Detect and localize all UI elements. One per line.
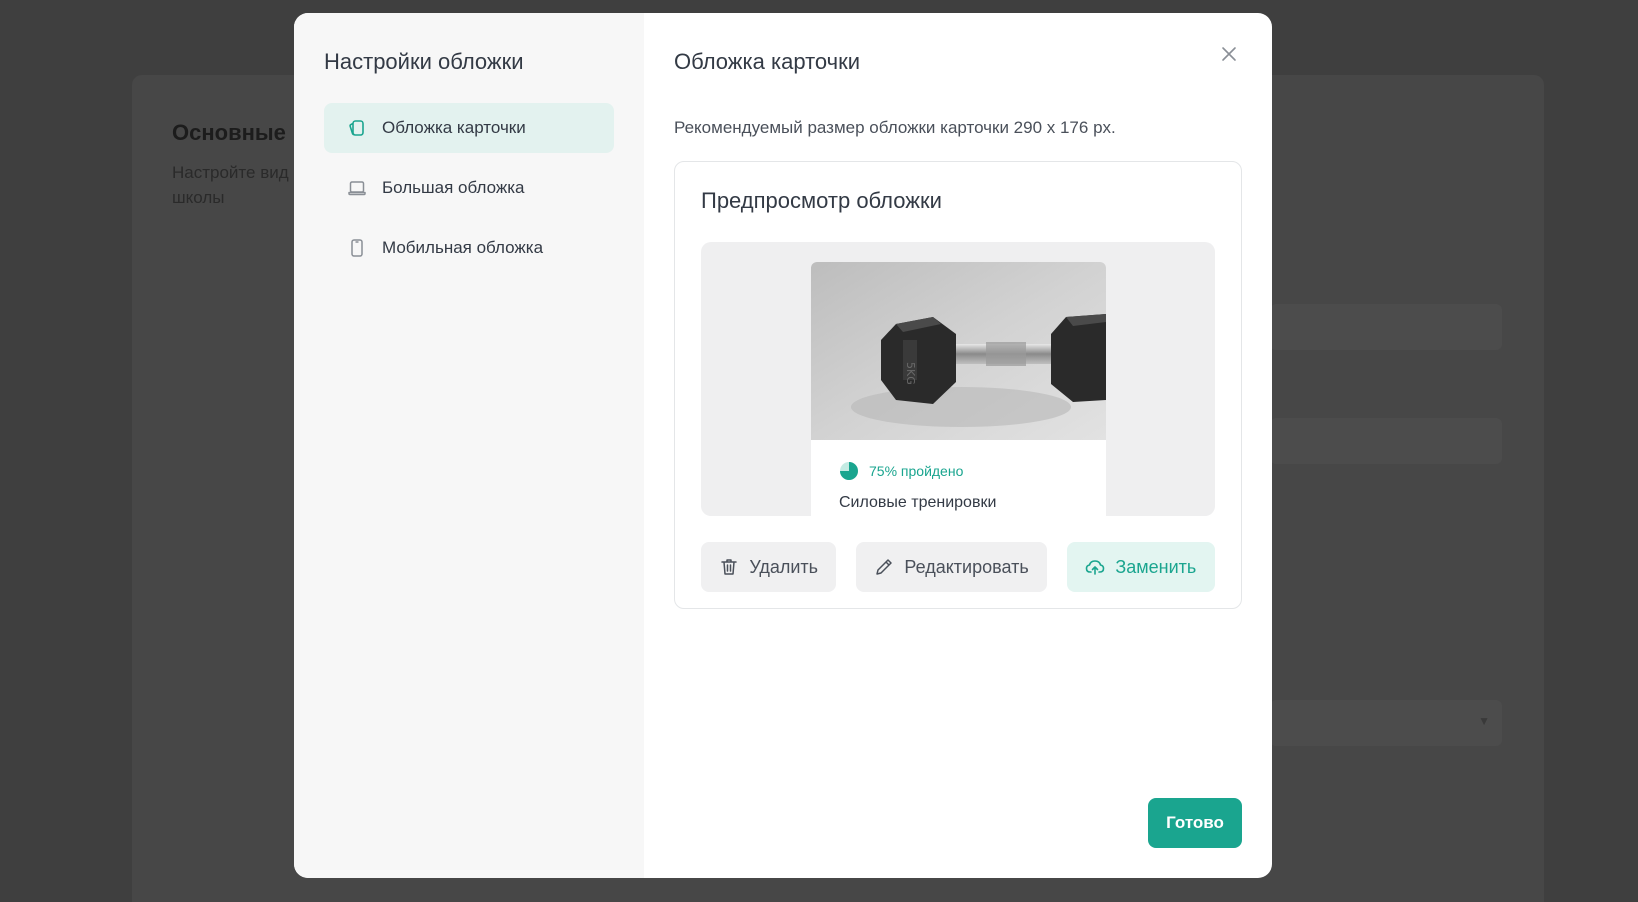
laptop-icon bbox=[346, 177, 368, 199]
close-button[interactable] bbox=[1214, 39, 1244, 69]
cover-actions: Удалить Редактировать Заменить bbox=[701, 542, 1215, 592]
svg-text:5KG: 5KG bbox=[904, 362, 917, 385]
close-icon bbox=[1222, 47, 1236, 61]
sidebar-item-large-cover[interactable]: Большая обложка bbox=[324, 163, 614, 213]
mobile-icon bbox=[346, 237, 368, 259]
sidebar-item-label: Большая обложка bbox=[382, 178, 525, 197]
course-title: Силовые тренировки bbox=[839, 494, 997, 511]
chevron-down-icon: ▼ bbox=[1478, 714, 1490, 728]
cover-image: 5KG bbox=[811, 262, 1106, 440]
progress-indicator: 75% пройдено bbox=[839, 460, 1106, 482]
preview-area: 5KG 75% пройдено Силовые тренировки bbox=[701, 242, 1215, 516]
cover-settings-modal: Настройки обложки Обложка карточки Больш… bbox=[294, 13, 1272, 878]
background-field bbox=[1270, 304, 1502, 350]
trash-icon bbox=[721, 559, 738, 575]
size-recommendation: Рекомендуемый размер обложки карточки 29… bbox=[674, 118, 1116, 137]
cover-preview-panel: Предпросмотр обложки 5KG 75% пройдено Си… bbox=[674, 161, 1242, 609]
background-select: ▼ bbox=[1270, 700, 1502, 746]
background-field bbox=[1270, 418, 1502, 464]
edit-button[interactable]: Редактировать bbox=[856, 542, 1047, 592]
background-title: Основные bbox=[172, 120, 286, 145]
course-card-preview: 5KG 75% пройдено Силовые тренировки bbox=[811, 262, 1106, 516]
progress-pie-icon bbox=[840, 462, 858, 480]
card-cover-icon bbox=[346, 117, 368, 139]
modal-sidebar: Настройки обложки Обложка карточки Больш… bbox=[294, 13, 644, 878]
upload-cloud-icon bbox=[1086, 560, 1105, 575]
sidebar-item-card-cover[interactable]: Обложка карточки bbox=[324, 103, 614, 153]
sidebar-item-label: Мобильная обложка bbox=[382, 238, 544, 257]
background-description: Настройте вид школы bbox=[172, 163, 289, 207]
preview-title: Предпросмотр обложки bbox=[701, 188, 942, 213]
modal-content: Обложка карточки Рекомендуемый размер об… bbox=[644, 13, 1272, 878]
page-title: Обложка карточки bbox=[674, 49, 861, 74]
delete-button[interactable]: Удалить bbox=[701, 542, 837, 592]
sidebar-item-mobile-cover[interactable]: Мобильная обложка bbox=[324, 223, 614, 273]
done-button[interactable]: Готово bbox=[1148, 798, 1242, 848]
pencil-icon bbox=[876, 559, 893, 575]
replace-label: Заменить bbox=[1115, 556, 1197, 577]
delete-label: Удалить bbox=[749, 556, 819, 577]
edit-label: Редактировать bbox=[904, 556, 1029, 577]
progress-label: 75% пройдено bbox=[869, 463, 964, 479]
sidebar-title: Настройки обложки bbox=[324, 49, 524, 74]
replace-button[interactable]: Заменить bbox=[1066, 542, 1215, 592]
sidebar-item-label: Обложка карточки bbox=[382, 118, 526, 137]
